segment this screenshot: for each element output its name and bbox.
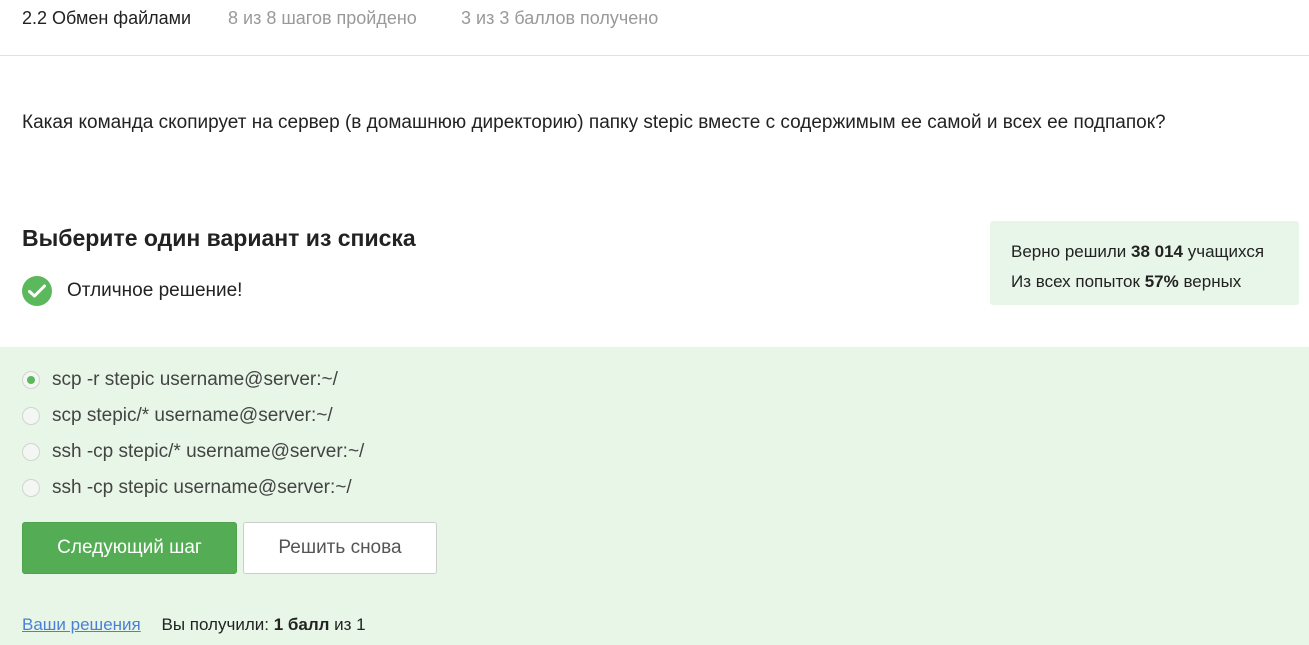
step-page: 2.2 Обмен файлами 8 из 8 шагов пройдено … (0, 0, 1309, 645)
option-label: ssh -cp stepic username@server:~/ (52, 477, 352, 498)
next-step-button[interactable]: Следующий шаг (22, 522, 237, 574)
stats-box: Верно решили 38 014 учащихся Из всех поп… (990, 221, 1299, 305)
result-suffix: из 1 (334, 615, 366, 634)
feedback-text: Отличное решение! (67, 280, 243, 301)
step-title: 2.2 Обмен файлами (22, 8, 192, 28)
radio[interactable] (22, 479, 40, 497)
feedback: Отличное решение! (22, 276, 242, 306)
option-2[interactable]: scp stepic/* username@server:~/ (22, 403, 333, 429)
check-circle-icon (22, 276, 52, 306)
your-solutions-link[interactable]: Ваши решения (22, 615, 141, 634)
radio[interactable] (22, 443, 40, 461)
step-header: 2.2 Обмен файлами 8 из 8 шагов пройдено … (0, 0, 1309, 56)
points-progress: 3 из 3 баллов получено (461, 8, 659, 28)
attempts-percent: 57% (1144, 272, 1179, 291)
option-3[interactable]: ssh -cp stepic/* username@server:~/ (22, 439, 364, 465)
question-text: Какая команда скопирует на сервер (в дом… (22, 112, 1166, 133)
solved-count: 38 014 (1131, 242, 1184, 261)
attempts-stat: Из всех попыток 57% верных (1011, 272, 1242, 291)
option-label: scp stepic/* username@server:~/ (52, 405, 333, 426)
solved-stat: Верно решили 38 014 учащихся (1011, 242, 1265, 261)
result-value: 1 балл (273, 615, 330, 634)
option-4[interactable]: ssh -cp stepic username@server:~/ (22, 475, 352, 501)
radio-selected[interactable] (22, 371, 40, 389)
options-area: scp -r stepic username@server:~/ scp ste… (0, 347, 1309, 645)
retry-button[interactable]: Решить снова (243, 522, 437, 574)
option-1[interactable]: scp -r stepic username@server:~/ (22, 367, 338, 393)
radio[interactable] (22, 407, 40, 425)
steps-progress: 8 из 8 шагов пройдено (228, 8, 417, 28)
option-label: ssh -cp stepic/* username@server:~/ (52, 441, 365, 462)
result-footer: Ваши решения Вы получили: 1 балл из 1 (22, 615, 366, 635)
choice-title: Выберите один вариант из списка (22, 225, 416, 251)
radio-dot (27, 376, 35, 384)
option-label: scp -r stepic username@server:~/ (52, 369, 338, 390)
result-prefix: Вы получили: (161, 615, 269, 634)
